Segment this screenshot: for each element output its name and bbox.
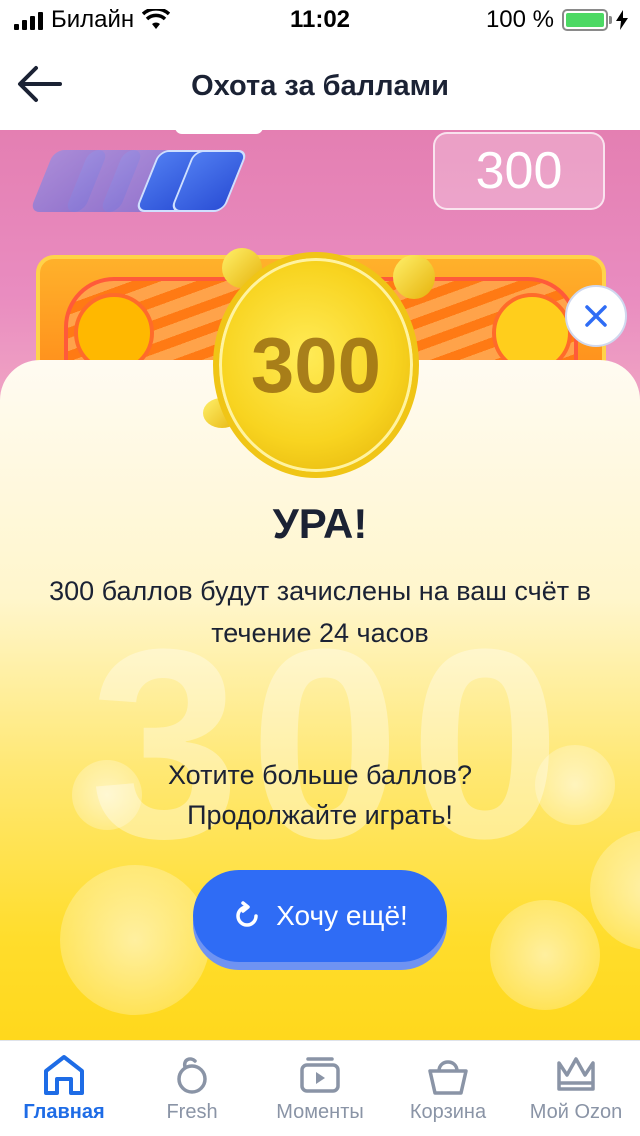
attempts-cards (29, 150, 249, 220)
crown-icon (557, 1057, 595, 1091)
continue-prompt: Хотите больше баллов? Продолжайте играть… (40, 755, 600, 835)
tab-cart[interactable]: Корзина (384, 1041, 512, 1136)
header: Охота за баллами (0, 40, 640, 130)
close-button[interactable] (565, 285, 627, 347)
bubble-decoration (490, 900, 600, 1010)
fresh-icon (177, 1057, 207, 1094)
tab-moments-label: Моменты (276, 1101, 364, 1123)
tab-fresh-label: Fresh (166, 1101, 218, 1123)
status-bar: Билайн 11:02 100 % (0, 0, 640, 40)
score-counter: 300 (433, 132, 605, 210)
reward-coin-value: 300 (250, 321, 382, 409)
play-more-label: Хочу ещё! (276, 900, 408, 931)
drag-handle (175, 130, 263, 134)
reward-message: 300 баллов будут зачислены на ваш счёт в… (49, 576, 591, 648)
charging-icon (616, 10, 628, 30)
tab-home[interactable]: Главная (0, 1041, 128, 1136)
tab-cart-label: Корзина (409, 1101, 487, 1123)
tab-home-label: Главная (23, 1101, 105, 1123)
tab-fresh[interactable]: Fresh (128, 1041, 256, 1136)
bubble-decoration (60, 865, 210, 1015)
tab-moments[interactable]: Моменты (256, 1041, 384, 1136)
tab-my-ozon[interactable]: Мой Ozon (512, 1041, 640, 1136)
refresh-icon (236, 901, 258, 927)
play-more-button[interactable]: Хочу ещё! (193, 870, 447, 962)
tab-my-ozon-label: Мой Ozon (529, 1101, 623, 1123)
success-title: УРА! (272, 500, 368, 547)
mini-coin-decoration (393, 255, 435, 299)
reward-coin: 300 (213, 252, 419, 478)
cart-icon (428, 1060, 468, 1095)
bottom-tab-bar: Главная Fresh Моменты Корзина Мой Ozon (0, 1040, 640, 1136)
page-title: Охота за баллами (191, 70, 449, 102)
continue-prompt-line-2: Продолжайте играть! (187, 800, 453, 830)
moments-icon (300, 1057, 340, 1093)
home-icon (44, 1055, 84, 1095)
battery-percent: 100 % (485, 6, 554, 33)
close-icon (585, 305, 607, 327)
battery-icon (562, 9, 612, 31)
continue-prompt-line-1: Хотите больше баллов? (167, 760, 473, 790)
